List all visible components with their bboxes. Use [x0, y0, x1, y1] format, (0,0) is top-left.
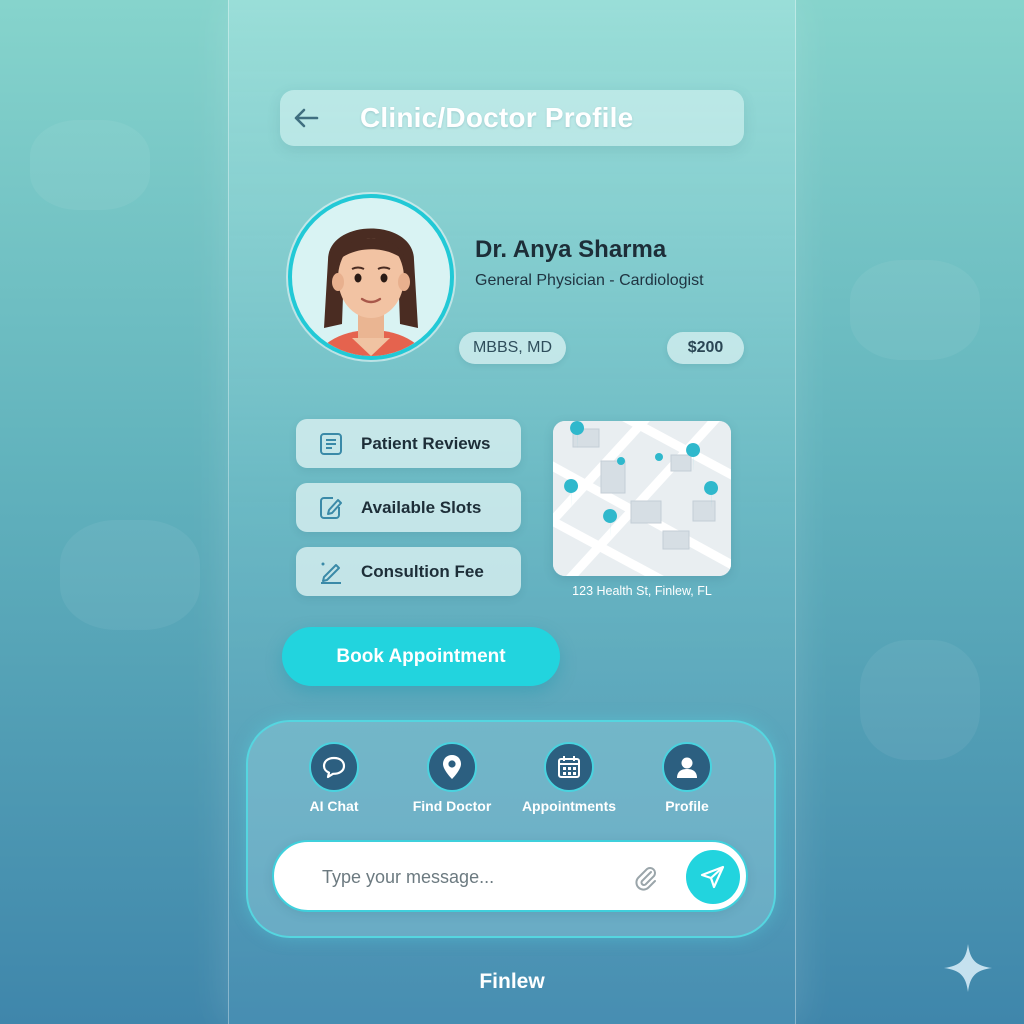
clinic-map[interactable]	[553, 421, 731, 576]
reviews-icon	[317, 430, 345, 458]
back-button[interactable]	[280, 90, 332, 146]
send-icon	[700, 865, 725, 889]
background-shape	[860, 640, 980, 760]
sparkle-icon	[944, 944, 992, 992]
patient-reviews-button[interactable]: Patient Reviews	[296, 419, 521, 468]
consultation-fee-button[interactable]: Consultion Fee	[296, 547, 521, 596]
brand-name: Finlew	[479, 970, 545, 993]
nav-profile[interactable]: Profile	[627, 742, 747, 814]
pen-icon	[317, 558, 345, 586]
user-icon	[662, 742, 712, 792]
consultation-fee-label: Consultion Fee	[361, 561, 484, 581]
nav-find-doctor[interactable]: Find Doctor	[392, 742, 512, 814]
nav-ai-chat-label: AI Chat	[309, 798, 359, 814]
nav-ai-chat[interactable]: AI Chat	[274, 742, 394, 814]
nav-appointments[interactable]: Appointments	[509, 742, 629, 814]
message-input[interactable]	[322, 862, 622, 892]
background-shape	[60, 520, 200, 630]
background-shape	[850, 260, 980, 360]
patient-reviews-label: Patient Reviews	[361, 433, 491, 453]
calendar-edit-icon	[317, 494, 345, 522]
page-title: Clinic/Doctor Profile	[360, 102, 634, 133]
paperclip-icon[interactable]	[632, 864, 660, 892]
location-pin-icon	[427, 742, 477, 792]
fee-badge: $200	[667, 332, 744, 364]
doctor-avatar	[288, 194, 454, 360]
calendar-icon	[544, 742, 594, 792]
doctor-specialty: General Physician - Cardiologist	[475, 272, 704, 289]
background-shape	[30, 120, 150, 210]
available-slots-label: Available Slots	[361, 497, 482, 517]
clinic-address: 123 Health St, Finlew, FL	[572, 584, 712, 598]
message-bar	[272, 840, 748, 912]
nav-profile-label: Profile	[665, 798, 709, 814]
doctor-name: Dr. Anya Sharma	[475, 236, 667, 263]
send-button[interactable]	[686, 850, 740, 904]
qualification-badge: MBBS, MD	[459, 332, 566, 364]
chat-bubble-icon	[309, 742, 359, 792]
arrow-left-icon	[294, 108, 319, 128]
header-bar: Clinic/Doctor Profile	[280, 90, 744, 146]
book-appointment-button[interactable]: Book Appointment	[282, 627, 560, 686]
nav-find-doctor-label: Find Doctor	[412, 798, 492, 814]
nav-appointments-label: Appointments	[521, 798, 617, 814]
available-slots-button[interactable]: Available Slots	[296, 483, 521, 532]
